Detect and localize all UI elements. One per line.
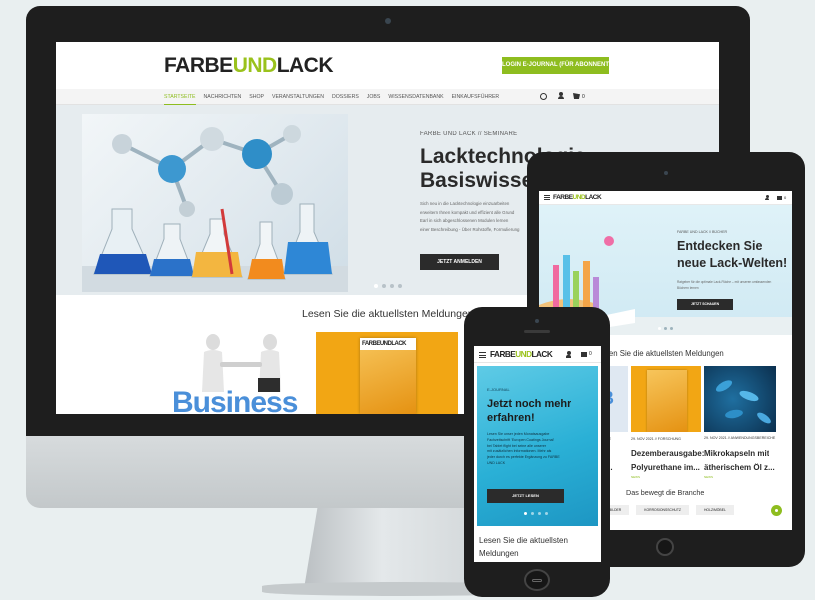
- desktop-cart-count: 0: [582, 94, 585, 100]
- phone-hero-read-button[interactable]: JETZT LESEN: [487, 489, 564, 503]
- tablet-hero-button[interactable]: JETZT SCHAUEN: [677, 299, 733, 310]
- monitor-camera: [385, 18, 391, 24]
- tablet-hero-kicker: FARBE UND LACK // BÜCHER: [677, 230, 728, 234]
- tablet-pills: BILDER KORROSIONSSCHUTZ HOLZ/MÖBEL: [601, 505, 734, 515]
- desktop-magazine-logo: FARBEUNDLACK: [360, 338, 416, 350]
- tablet-branche-title: Das bewegt die Branche: [626, 488, 705, 497]
- desktop-nav: STARTSEITE NACHRICHTEN SHOP VERANSTALTUN…: [164, 89, 499, 105]
- tablet-card-2-title-1: Dezemberausgabe:: [631, 449, 705, 458]
- nav-item-veranstaltungen[interactable]: VERANSTALTUNGEN: [272, 89, 324, 105]
- desktop-hero-register-button[interactable]: JETZT ANMELDEN: [420, 254, 499, 270]
- phone-user-icon[interactable]: [566, 351, 571, 358]
- phone-hero-kicker: E-JOURNAL: [487, 387, 510, 392]
- tablet-hero-body: Ratgeber für die optimale Lack-Fläche – …: [677, 280, 772, 290]
- molecule-flasks-illustration: [82, 125, 348, 292]
- ejournal-login-button[interactable]: LOGIN E-JOURNAL (FÜR ABONNENTEN): [502, 57, 609, 74]
- tablet-cart-count: 0: [784, 195, 787, 200]
- pill-korrosionsschutz[interactable]: KORROSIONSSCHUTZ: [636, 505, 689, 515]
- hero-lab-image: [82, 114, 348, 292]
- tablet-hero-title-2: neue Lack-Welten!: [677, 256, 788, 270]
- phone-slider-dots[interactable]: [524, 512, 548, 515]
- phone-hero-body: Lesen Sie unser jeden Monatsausgabe Fach…: [487, 432, 560, 465]
- tablet-card-2-image[interactable]: [631, 366, 701, 432]
- tablet-camera: [664, 171, 668, 175]
- hero-slider-dots[interactable]: [374, 284, 402, 288]
- tablet-slider-dots[interactable]: [658, 327, 673, 330]
- phone-home-button[interactable]: [524, 569, 550, 591]
- tablet-card-3-title-2: ätherischem Öl z...: [704, 463, 775, 472]
- phone-screen: FARBEUNDLACK 0 E-JOURNAL Jetzt noch mehr…: [474, 346, 601, 562]
- desktop-hero-kicker: FARBE UND LACK // SEMINARE: [420, 131, 518, 137]
- tablet-card-3-tag: NEWS: [704, 475, 713, 479]
- tablet-card-3-title-1: Mikrokapseln mit: [704, 449, 770, 458]
- nav-item-jobs[interactable]: JOBS: [367, 89, 381, 105]
- phone-cart-icon[interactable]: [581, 352, 587, 357]
- tablet-logo[interactable]: FARBEUNDLACK: [553, 194, 602, 201]
- business-image: Business: [168, 332, 318, 414]
- tablet-card-2-meta: 29. NOV 2021 // FORSCHUNG: [631, 437, 681, 441]
- tablet-card-3-meta: 29. NOV 2021 // ANWENDUNGSBEREICHE: [704, 436, 776, 440]
- tablet-cart-icon[interactable]: [777, 196, 782, 200]
- tablet-menu-icon[interactable]: [544, 195, 550, 200]
- desktop-magazine-card[interactable]: FARBEUNDLACK: [316, 332, 458, 414]
- phone-news-title-2: Meldungen: [479, 549, 519, 558]
- tablet-hero-title-1: Entdecken Sie: [677, 239, 763, 253]
- phone-news-title-1: Lesen Sie die aktuellsten: [479, 536, 568, 545]
- desktop-hero-body: Sich neu in die Lacktechnologie einzuarb…: [420, 201, 520, 232]
- business-word: Business: [172, 386, 298, 414]
- tablet-card-3-image[interactable]: [704, 366, 776, 432]
- phone-speaker: [524, 330, 550, 333]
- tablet-scroll-top-button[interactable]: [771, 505, 782, 516]
- phone-hero-title-1: Jetzt noch mehr: [487, 398, 572, 410]
- phone-logo[interactable]: FARBEUNDLACK: [490, 350, 553, 359]
- phone-camera: [535, 319, 539, 323]
- tablet-card-2-tag: NEWS: [631, 475, 640, 479]
- tablet-home-button[interactable]: [656, 538, 674, 556]
- desktop-user-icon[interactable]: [557, 92, 564, 100]
- phone-menu-icon[interactable]: [479, 352, 486, 358]
- nav-item-startseite[interactable]: STARTSEITE: [164, 89, 196, 105]
- nav-item-shop[interactable]: SHOP: [249, 89, 264, 105]
- phone-hero-title-2: erfahren!: [487, 412, 535, 424]
- tablet-user-icon[interactable]: [765, 195, 769, 201]
- nav-item-wissensdatenbank[interactable]: WISSENSDATENBANK: [388, 89, 443, 105]
- desktop-search-icon[interactable]: [540, 93, 547, 100]
- nav-item-dossiers[interactable]: DOSSIERS: [332, 89, 359, 105]
- nav-item-nachrichten[interactable]: NACHRICHTEN: [204, 89, 242, 105]
- pill-holz-moebel[interactable]: HOLZ/MÖBEL: [695, 505, 734, 515]
- nav-item-einkaufsfuehrer[interactable]: EINKAUFSFÜHRER: [452, 89, 500, 105]
- desktop-logo[interactable]: FARBEUNDLACK: [164, 54, 334, 78]
- phone-cart-count: 0: [589, 351, 592, 357]
- desktop-news-title: Lesen Sie die aktuellsten Meldungen: [302, 308, 474, 320]
- tablet-card-2-title-2: Polyurethane im...: [631, 463, 700, 472]
- desktop-magazine-cover: FARBEUNDLACK: [360, 338, 416, 414]
- tablet-news-title: sen Sie die aktuellsten Meldungen: [605, 349, 724, 358]
